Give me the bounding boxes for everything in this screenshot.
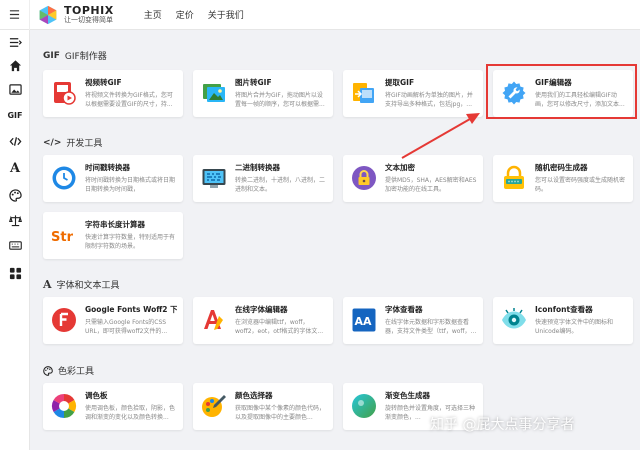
sidebar-item-gif[interactable]: GIF <box>5 105 25 125</box>
gif-icon: GIF <box>43 50 60 61</box>
nav-about[interactable]: 关于我们 <box>208 8 244 21</box>
card-extract-gif[interactable]: 提取GIF 将GIF动画解析为单独的图片，并支持导出多种格式，包括jpg，... <box>343 70 483 117</box>
card-string-length[interactable]: Str 字符串长度计算器 快速计算字符数量，特别适用于有限制字符数的场景。 <box>43 212 183 259</box>
font-edit-icon <box>201 307 227 333</box>
expand-icon <box>9 37 22 47</box>
image-gif-icon <box>201 80 227 106</box>
gradient-icon <box>351 393 377 419</box>
eye-icon <box>501 307 527 333</box>
sidebar-item-color[interactable] <box>5 185 25 205</box>
brand[interactable]: TOPHIX 让一切变得简单 <box>38 5 114 25</box>
card-google-fonts-woff2[interactable]: Google Fonts Woff2 下载 只需输入Google Fonts的C… <box>43 297 183 344</box>
sidebar: GIF A <box>0 30 30 450</box>
highlight-box <box>486 64 637 119</box>
sidebar-toggle[interactable] <box>0 0 30 30</box>
svg-text:AA: AA <box>355 315 373 328</box>
card-password-generator[interactable]: 随机密码生成器 您可以设置密码强度或生成随机密码。 <box>493 155 633 202</box>
str-icon: Str <box>51 222 77 248</box>
card-iconfont-viewer[interactable]: Iconfont查看器 快速预览字体文件中的图标和Unicode编码。 <box>493 297 633 344</box>
section-dev-title: </> 开发工具 <box>43 137 103 150</box>
scale-icon <box>8 214 22 226</box>
sidebar-item-collapse[interactable] <box>5 32 25 52</box>
watermark: 知乎 @屁大点事分享者 <box>430 417 575 433</box>
sidebar-item-all[interactable] <box>5 263 25 283</box>
main-nav: 主页 定价 关于我们 <box>144 8 258 21</box>
grid-icon <box>9 267 21 279</box>
tophix-logo-icon <box>39 5 57 24</box>
card-text-encrypt[interactable]: 文本加密 提供MD5，SHA，AES解密和AES加密功能的在线工具。 <box>343 155 483 202</box>
card-font-viewer[interactable]: AA 字体查看器 在线字体元数据和字形数据查看器，支持文件类型（ttf，woff… <box>343 297 483 344</box>
home-icon <box>9 59 21 71</box>
color-wheel-icon <box>51 393 77 419</box>
image-icon <box>8 83 22 95</box>
font-f-icon <box>51 307 77 333</box>
section-gif-title: GIF GIF制作器 <box>43 50 107 63</box>
nav-pricing[interactable]: 定价 <box>176 8 194 21</box>
clock-icon <box>51 165 77 191</box>
sidebar-item-home[interactable] <box>5 55 25 75</box>
keyboard-icon <box>8 240 22 250</box>
card-color-picker[interactable]: 颜色选择器 获取图像中某个像素的颜色代码，以及提取图像中的主要颜色... <box>193 383 333 430</box>
font-icon: A <box>43 278 52 291</box>
password-lock-icon <box>501 165 527 191</box>
brand-name: TOPHIX <box>64 4 114 17</box>
sidebar-item-image[interactable] <box>5 79 25 99</box>
brand-subtitle: 让一切变得简单 <box>64 16 113 24</box>
card-font-editor[interactable]: 在线字体编辑器 在浏览器中编辑ttf，woff，woff2，eot，otf格式的… <box>193 297 333 344</box>
sidebar-item-dev[interactable] <box>5 131 25 151</box>
card-video-to-gif[interactable]: 视频转GIF 将视频文件转换为GIF格式，您可以根据需要设置GIF的尺寸，持..… <box>43 70 183 117</box>
color-picker-icon <box>201 393 227 419</box>
binary-icon <box>201 165 227 191</box>
card-palette[interactable]: 调色板 使用调色板，颜色拾取，阴影，色调和渐变的变化以及颜色转换... <box>43 383 183 430</box>
nav-home[interactable]: 主页 <box>144 8 162 21</box>
extract-gif-icon <box>351 80 377 106</box>
top-bar: TOPHIX 让一切变得简单 主页 定价 关于我们 <box>0 0 640 30</box>
svg-text:Str: Str <box>51 230 74 245</box>
palette-icon <box>8 188 22 202</box>
section-font-title: A 字体和文本工具 <box>43 278 120 291</box>
font-viewer-icon: AA <box>351 307 377 333</box>
card-binary-converter[interactable]: 二进制转换器 转换二进制，十进制，八进制，二进制和文本。 <box>193 155 333 202</box>
menu-icon <box>9 10 20 19</box>
video-gif-icon <box>51 80 77 106</box>
code-icon: </> <box>43 137 62 148</box>
palette-icon <box>43 365 53 376</box>
sidebar-item-font[interactable]: A <box>5 158 25 178</box>
sidebar-item-keyboard[interactable] <box>5 235 25 255</box>
card-timestamp-converter[interactable]: 时间戳转换器 将时间戳转换为日期格式或将日期日期转换为时间戳， <box>43 155 183 202</box>
lock-icon <box>351 165 377 191</box>
section-color-title: 色彩工具 <box>43 364 94 377</box>
card-image-to-gif[interactable]: 图片转GIF 将图片合并为GIF，拖动图片以设置每一帧的顺序，您可以根据需... <box>193 70 333 117</box>
code-icon <box>9 136 21 146</box>
sidebar-item-calc[interactable] <box>5 210 25 230</box>
